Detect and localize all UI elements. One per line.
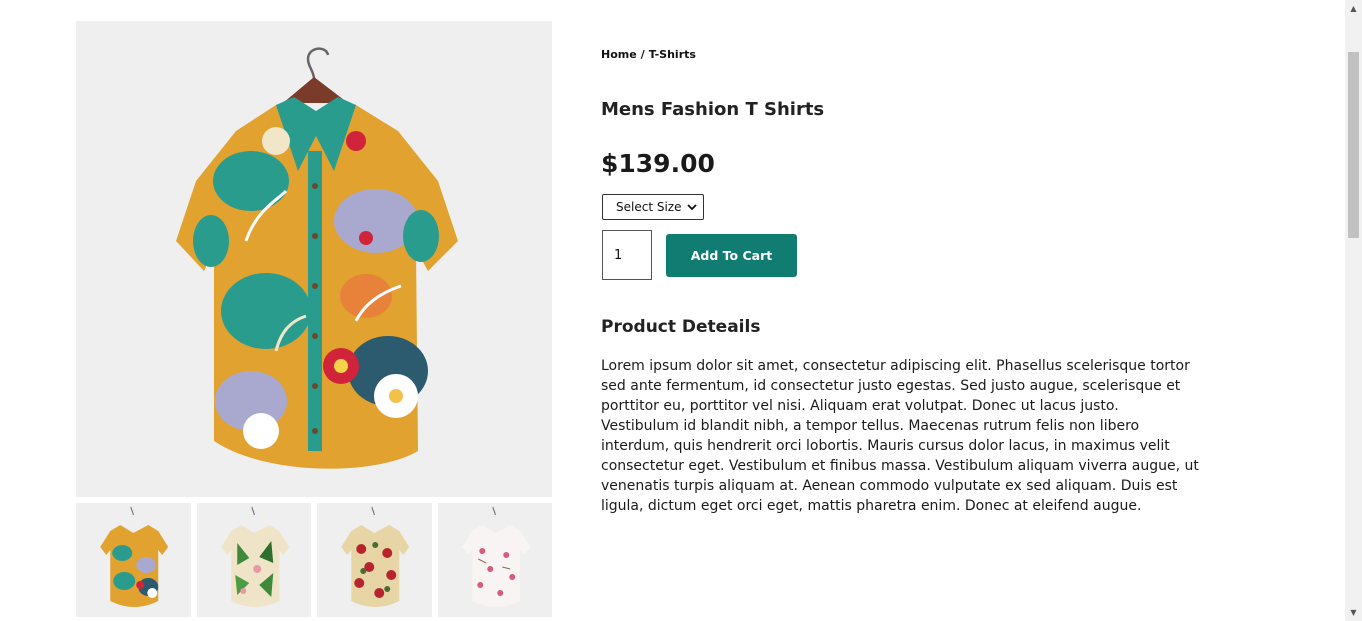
product-details-text: Lorem ipsum dolor sit amet, consectetur … [601, 358, 1199, 514]
breadcrumb: Home / T-Shirts [601, 48, 696, 61]
breadcrumb-home-link[interactable]: Home [601, 48, 637, 61]
size-select-value: Select Size [616, 200, 682, 214]
shirt-illustration [176, 47, 458, 469]
quantity-input[interactable] [602, 230, 652, 280]
scroll-up-arrow-icon[interactable]: ▲ [1345, 0, 1362, 17]
scroll-down-arrow-icon[interactable]: ▼ [1345, 604, 1362, 621]
product-page: Home / T-Shirts Mens Fashion T Shirts $139… [0, 0, 1345, 621]
breadcrumb-current-link[interactable]: T-Shirts [649, 48, 696, 61]
product-title: Mens Fashion T Shirts [601, 99, 825, 120]
thumbnail-green-tropical-leaf-shirt[interactable] [196, 503, 311, 617]
add-to-cart-button[interactable]: Add To Cart [666, 234, 797, 277]
thumbnail-red-floral-shirt[interactable] [317, 503, 432, 617]
chevron-down-icon [687, 201, 697, 214]
product-price: $139.00 [601, 149, 715, 178]
size-select[interactable]: Select Size [602, 194, 704, 220]
scrollbar-thumb[interactable] [1348, 52, 1359, 238]
thumbnail-colorful-abstract-shirt[interactable] [76, 503, 191, 617]
breadcrumb-separator: / [640, 48, 645, 61]
vertical-scrollbar[interactable]: ▲ ▼ [1345, 0, 1362, 621]
thumbnail-strip [76, 503, 552, 617]
main-product-image [76, 21, 552, 497]
thumbnail-white-pink-floral-shirt[interactable] [437, 503, 552, 617]
product-details-heading: Product Deteails [601, 317, 761, 337]
